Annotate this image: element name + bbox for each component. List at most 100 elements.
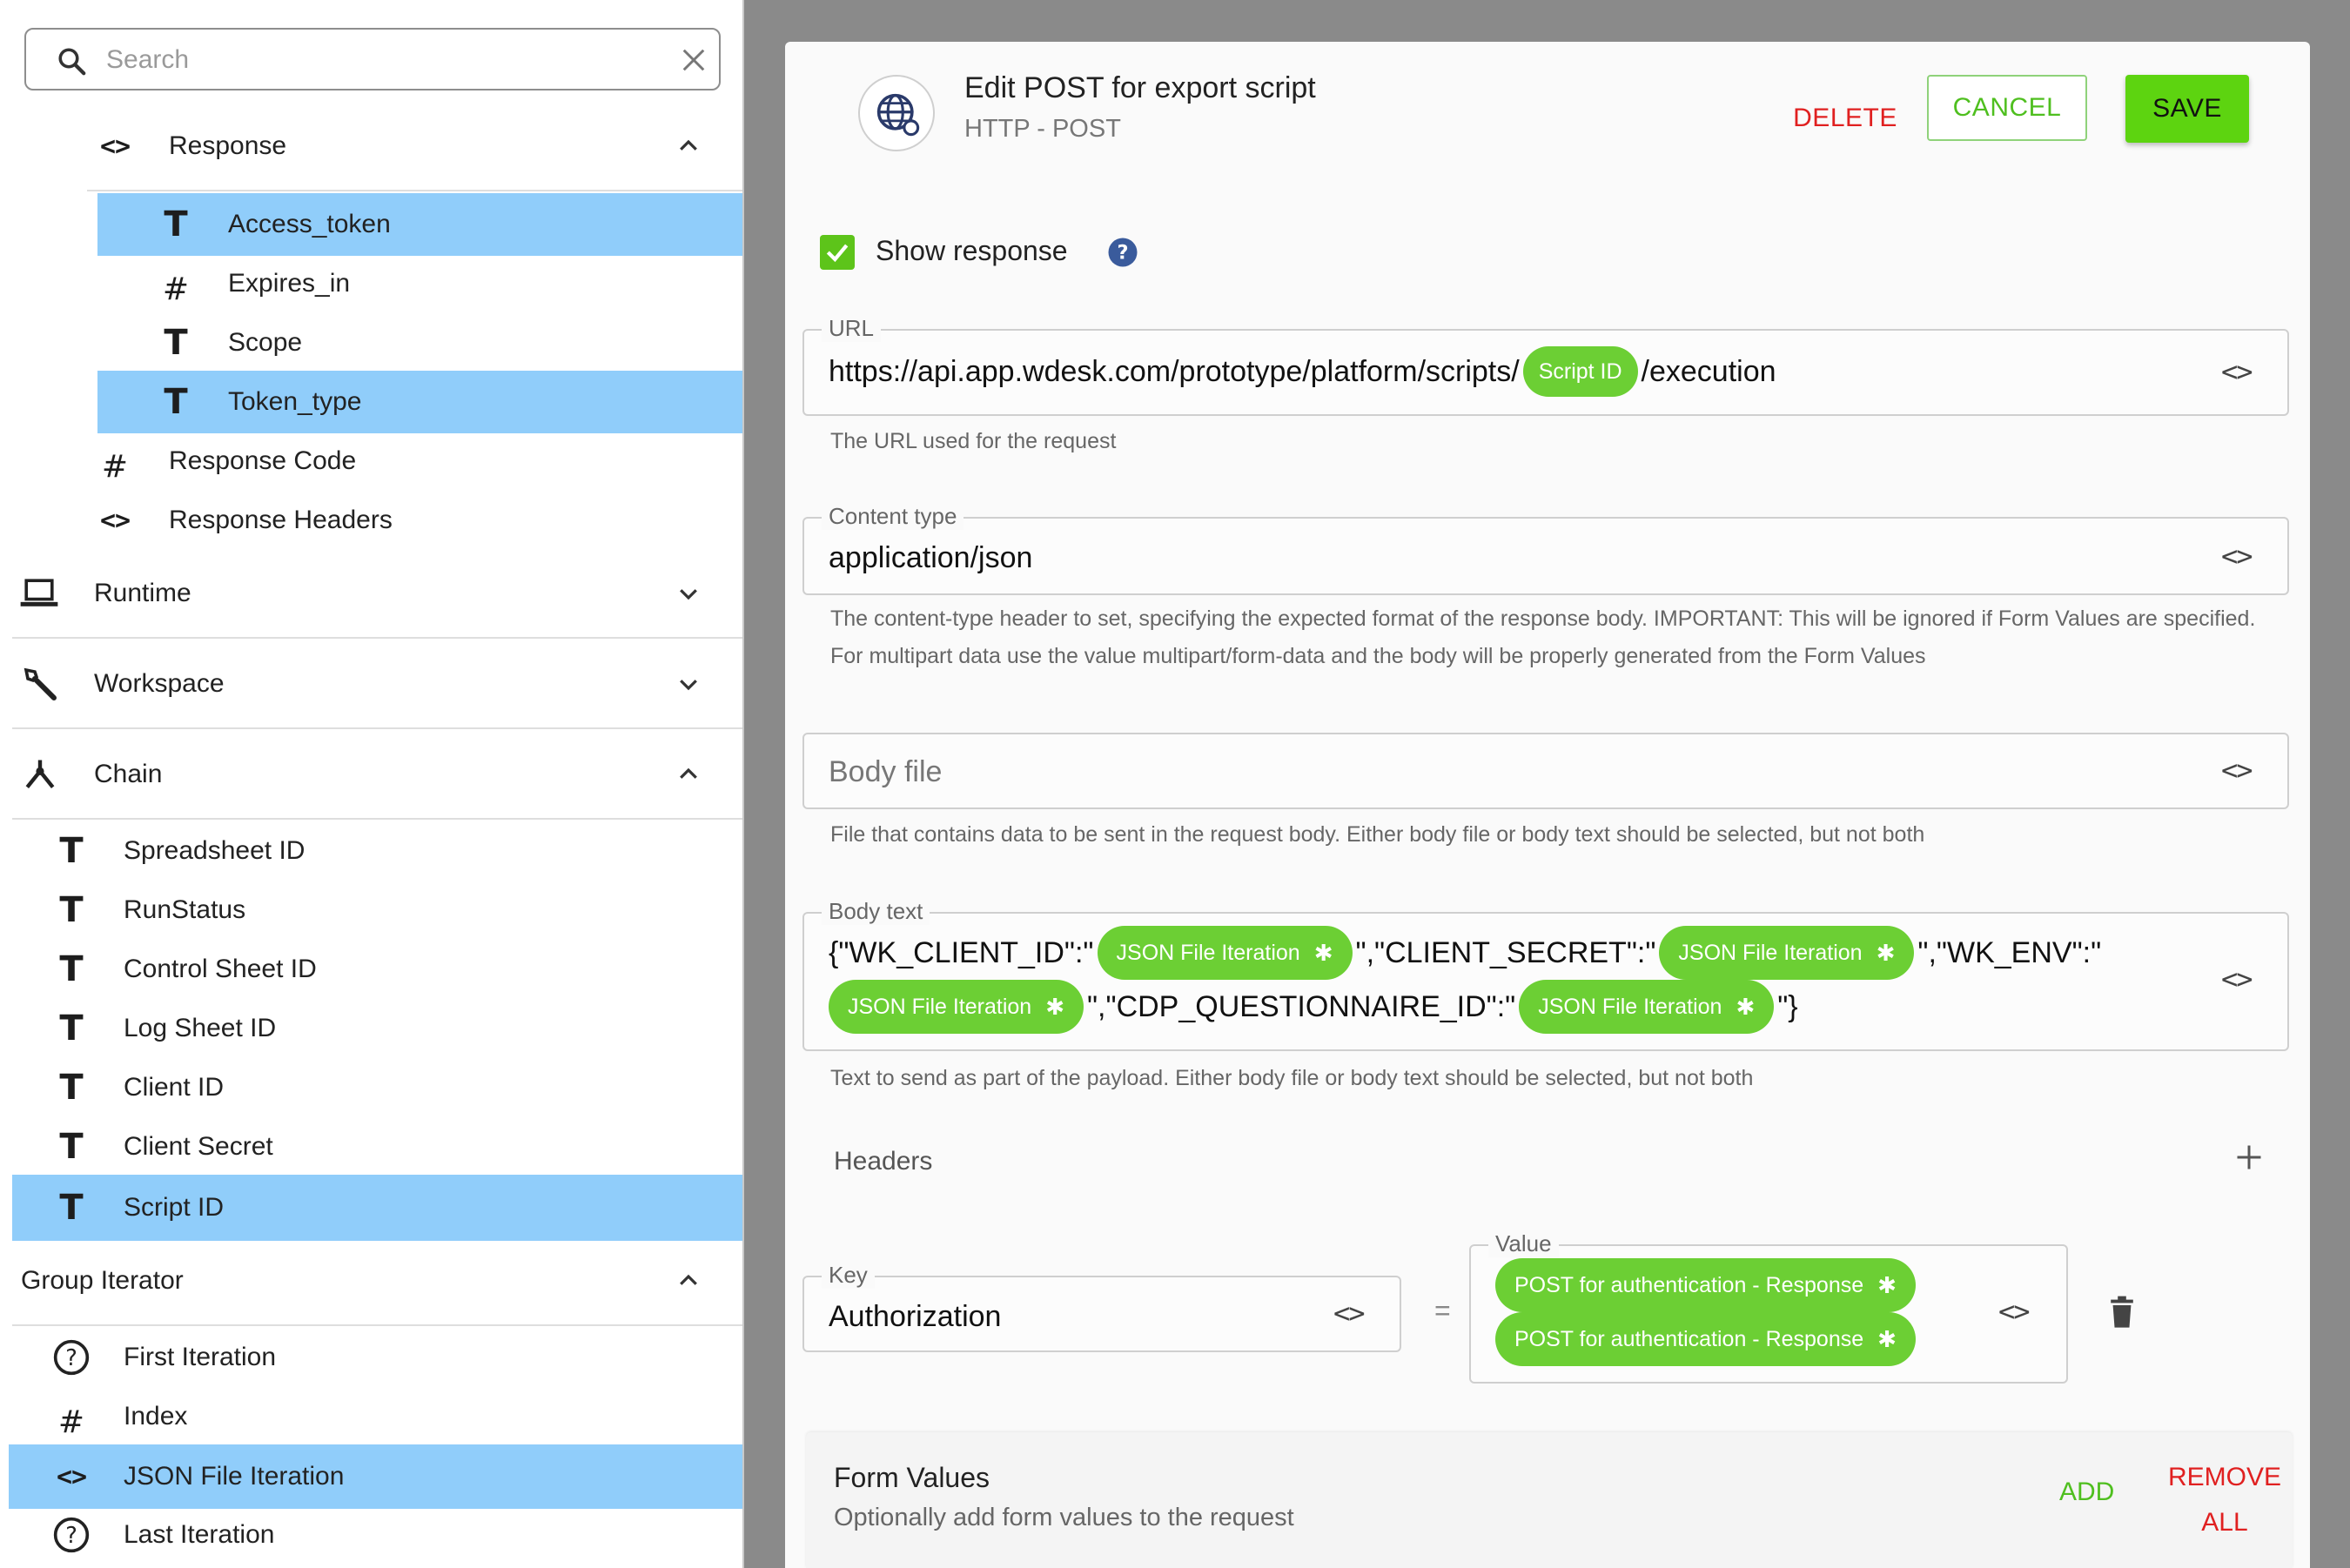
tree-item-control-sheet-id[interactable]: T Control Sheet ID	[12, 938, 742, 1001]
search-box[interactable]	[24, 28, 721, 90]
text-type-icon: T	[59, 1127, 84, 1167]
text-type-icon: T	[164, 382, 188, 422]
asterisk-icon: ✱	[1877, 1271, 1897, 1298]
globe-icon	[876, 93, 920, 137]
variable-chip[interactable]: POST for authentication - Response ✱	[1495, 1312, 1916, 1366]
tree-item-runstatus[interactable]: T RunStatus	[12, 879, 742, 941]
tree-item-client-secret[interactable]: T Client Secret	[12, 1116, 742, 1178]
text-type-icon: T	[59, 949, 84, 989]
url-prefix: https://api.app.wdesk.com/prototype/plat…	[829, 354, 1520, 388]
dialog-subtitle: HTTP - POST	[964, 115, 1121, 143]
text-type-icon: T	[59, 890, 84, 930]
tree-item-access-token[interactable]: T Access_token	[97, 193, 742, 256]
cancel-button[interactable]: CANCEL	[1927, 75, 2087, 141]
variable-chip[interactable]: POST for authentication - Response ✱	[1495, 1258, 1916, 1312]
chevron-down-icon[interactable]	[675, 580, 702, 606]
content-type-hint-line1: The content-type header to set, specifyi…	[830, 606, 2256, 631]
variable-chip[interactable]: JSON File Iteration ✱	[1519, 980, 1775, 1034]
code-toggle-icon[interactable]: <>	[2221, 754, 2253, 787]
variable-chip[interactable]: JSON File Iteration ✱	[1097, 926, 1353, 980]
tree-item-spreadsheet-id[interactable]: T Spreadsheet ID	[12, 820, 742, 882]
code-toggle-icon[interactable]: <>	[2221, 962, 2253, 995]
chevron-down-icon[interactable]	[675, 671, 702, 697]
tree-group-group-iterator[interactable]: Group Iterator	[12, 1250, 731, 1312]
tree-item-response-headers[interactable]: <> Response Headers	[87, 489, 731, 552]
tree-item-label: Expires_in	[228, 269, 351, 298]
question-circle-icon: ?	[53, 1517, 90, 1553]
remove-all-line2: ALL	[2201, 1508, 2248, 1537]
code-toggle-icon[interactable]: <>	[2221, 355, 2253, 388]
tree-item-label: Token_type	[228, 387, 362, 416]
tree-group-chain[interactable]: Chain	[12, 743, 731, 806]
edit-request-dialog: Edit POST for export script HTTP - POST …	[785, 42, 2310, 1568]
variable-chip[interactable]: JSON File Iteration ✱	[1659, 926, 1915, 980]
chevron-up-icon[interactable]	[675, 133, 702, 159]
body-text-segment: ","WK_ENV":"	[1917, 935, 2102, 969]
tree-group-runtime[interactable]: Runtime	[12, 562, 731, 625]
content-type-value[interactable]: application/json	[829, 538, 1032, 578]
body-text-field[interactable]: {"WK_CLIENT_ID":" JSON File Iteration ✱ "…	[802, 912, 2289, 1051]
header-key-field[interactable]: Authorization <>	[802, 1276, 1401, 1352]
body-text-segment: ","CLIENT_SECRET":"	[1355, 935, 1656, 969]
code-toggle-icon[interactable]: <>	[1998, 1295, 2031, 1328]
search-input[interactable]	[106, 42, 646, 78]
url-value[interactable]: https://api.app.wdesk.com/prototype/plat…	[829, 345, 1776, 399]
tree-item-log-sheet-id[interactable]: T Log Sheet ID	[12, 997, 742, 1060]
tree-item-first-iteration[interactable]: ? First Iteration	[12, 1326, 742, 1389]
url-field[interactable]: https://api.app.wdesk.com/prototype/plat…	[802, 329, 2289, 416]
variable-tree-panel: <> Response T Access_token # Expires_in …	[0, 0, 744, 1568]
text-type-icon: T	[164, 204, 188, 245]
add-header-icon[interactable]	[2233, 1142, 2265, 1173]
body-file-placeholder: Body file	[829, 754, 943, 788]
tree-item-label: First Iteration	[124, 1343, 277, 1371]
chevron-up-icon[interactable]	[675, 761, 702, 787]
content-type-field[interactable]: application/json <>	[802, 517, 2289, 595]
chevron-up-icon[interactable]	[675, 1268, 702, 1294]
header-value-field[interactable]: POST for authentication - Response ✱ POST…	[1469, 1244, 2068, 1384]
tree-item-scope[interactable]: T Scope	[97, 312, 742, 374]
tree-group-response[interactable]: <> Response	[87, 115, 731, 178]
body-text-line1[interactable]: {"WK_CLIENT_ID":" JSON File Iteration ✱ "…	[829, 926, 2101, 980]
chain-fork-icon	[25, 760, 55, 789]
show-response-checkbox[interactable]	[820, 235, 855, 270]
remove-all-button[interactable]: REMOVE ALL	[2164, 1455, 2286, 1545]
chip-label: POST for authentication - Response	[1514, 1326, 1864, 1351]
tree-item-client-id[interactable]: T Client ID	[12, 1056, 742, 1119]
equals-sign: =	[1434, 1295, 1451, 1326]
body-file-field[interactable]: Body file <>	[802, 733, 2289, 809]
tree-group-workspace[interactable]: Workspace	[12, 653, 731, 715]
clear-search-icon[interactable]	[681, 47, 707, 73]
header-key-value[interactable]: Authorization	[829, 1297, 1001, 1337]
tree-item-expires-in[interactable]: # Expires_in	[97, 252, 742, 315]
header-key-label: Key	[822, 1262, 875, 1289]
add-form-value-button[interactable]: ADD	[2059, 1478, 2114, 1507]
svg-text:?: ?	[65, 1345, 77, 1371]
chip-label: JSON File Iteration	[1538, 994, 1722, 1019]
variable-chip[interactable]: JSON File Iteration ✱	[829, 980, 1084, 1034]
body-text-line2[interactable]: JSON File Iteration ✱ ","CDP_QUESTIONNAIR…	[825, 980, 1798, 1034]
tree-item-token-type[interactable]: T Token_type	[97, 371, 742, 433]
request-avatar	[858, 75, 935, 151]
tree-item-label: RunStatus	[124, 895, 246, 924]
save-button[interactable]: SAVE	[2125, 75, 2249, 143]
chip-label: JSON File Iteration	[1116, 940, 1300, 965]
tree-item-last-iteration[interactable]: ? Last Iteration	[12, 1504, 742, 1566]
code-toggle-icon[interactable]: <>	[2221, 539, 2253, 573]
variable-chip[interactable]: Script ID	[1522, 346, 1638, 397]
body-text-hint: Text to send as part of the payload. Eit…	[830, 1066, 1754, 1090]
tree-item-json-file-iteration[interactable]: <> JSON File Iteration	[9, 1444, 742, 1509]
tree-item-label: Script ID	[124, 1193, 225, 1222]
show-response-label: Show response	[876, 235, 1068, 266]
tree-item-index[interactable]: # Index	[12, 1385, 742, 1448]
trash-icon[interactable]	[2108, 1295, 2136, 1330]
body-file-hint: File that contains data to be sent in th…	[830, 822, 1925, 847]
tree-item-response-code[interactable]: # Response Code	[87, 430, 731, 493]
headers-label: Headers	[834, 1147, 933, 1176]
delete-button[interactable]: DELETE	[1758, 87, 1932, 150]
tree-item-script-id[interactable]: T Script ID	[12, 1175, 742, 1241]
tree-group-label: Response	[169, 131, 287, 160]
help-icon[interactable]: ?	[1107, 237, 1138, 268]
divider	[87, 190, 742, 191]
code-brackets-icon: <>	[99, 505, 131, 536]
code-toggle-icon[interactable]: <>	[1333, 1297, 1366, 1330]
